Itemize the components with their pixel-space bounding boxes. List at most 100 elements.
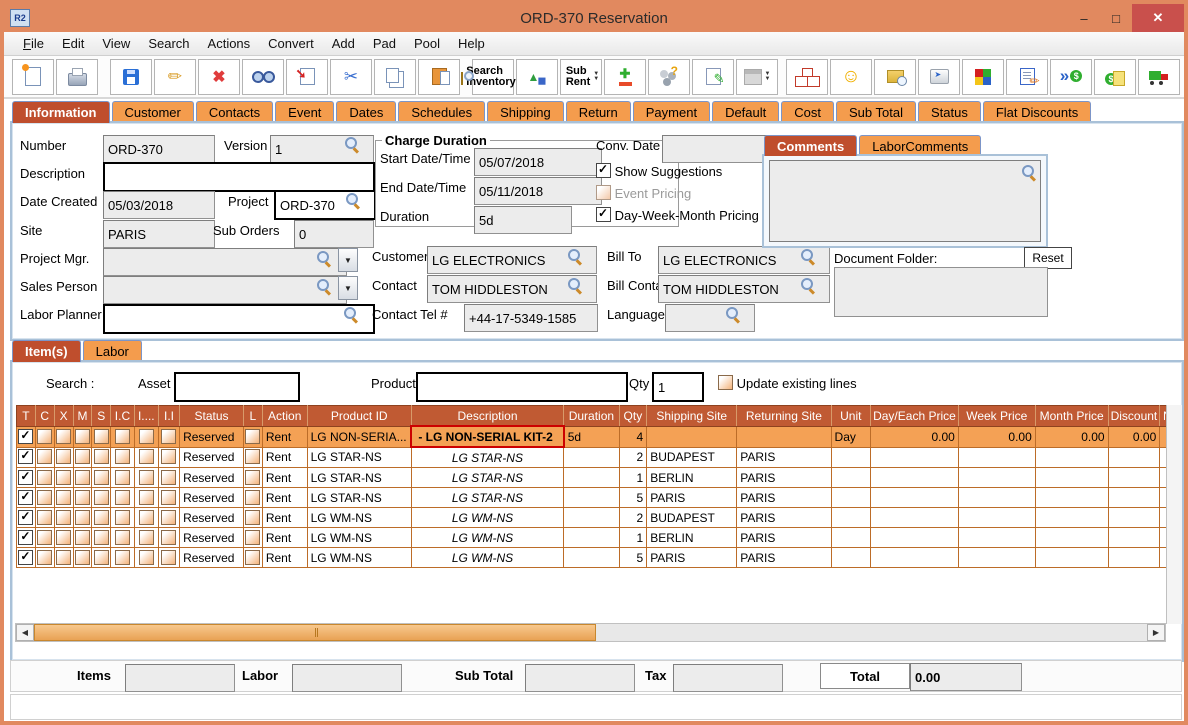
row-checkbox-cell[interactable] bbox=[92, 468, 111, 488]
tab-dates[interactable]: Dates bbox=[336, 101, 396, 123]
row-checkbox-cell[interactable] bbox=[158, 426, 179, 447]
row-checkbox[interactable] bbox=[139, 550, 154, 565]
table-cell[interactable] bbox=[1035, 447, 1108, 468]
row-checkbox[interactable] bbox=[75, 429, 90, 444]
table-cell[interactable]: LG WM-NS bbox=[307, 548, 411, 568]
row-checkbox[interactable] bbox=[245, 510, 260, 525]
table-cell[interactable]: PARIS bbox=[737, 447, 831, 468]
table-cell[interactable] bbox=[958, 447, 1035, 468]
menu-view[interactable]: View bbox=[93, 33, 139, 54]
col-header-status[interactable]: Status bbox=[180, 406, 244, 427]
col-header-m[interactable]: M bbox=[73, 406, 92, 427]
table-cell[interactable]: LG WM-NS bbox=[411, 548, 563, 568]
end-field[interactable]: 05/11/2018 bbox=[474, 177, 602, 205]
row-checkbox[interactable] bbox=[56, 490, 71, 505]
col-header-discount[interactable]: Discount bbox=[1108, 406, 1160, 427]
row-checkbox[interactable] bbox=[56, 429, 71, 444]
row-checkbox-cell[interactable] bbox=[73, 508, 92, 528]
table-cell[interactable] bbox=[871, 548, 959, 568]
table-cell[interactable]: Reserved bbox=[180, 488, 244, 508]
table-cell[interactable] bbox=[831, 548, 871, 568]
row-checkbox-cell[interactable] bbox=[17, 488, 36, 508]
sales-person-dropdown[interactable]: ▼ bbox=[338, 276, 358, 300]
menu-pad[interactable]: Pad bbox=[364, 33, 405, 54]
col-header-returning-site[interactable]: Returning Site bbox=[737, 406, 831, 427]
table-cell[interactable] bbox=[1108, 447, 1160, 468]
table-cell[interactable]: 1 bbox=[619, 528, 647, 548]
project-mgr-field[interactable] bbox=[103, 248, 347, 276]
group-help-button[interactable] bbox=[648, 59, 690, 95]
col-header-day-each-price[interactable]: Day/Each Price bbox=[871, 406, 959, 427]
menu-file[interactable]: File bbox=[14, 33, 53, 54]
row-checkbox-cell[interactable] bbox=[17, 426, 36, 447]
project-field[interactable]: ORD-370 bbox=[274, 190, 376, 220]
row-checkbox-cell[interactable] bbox=[17, 508, 36, 528]
table-cell[interactable] bbox=[958, 548, 1035, 568]
tab-shipping[interactable]: Shipping bbox=[487, 101, 564, 123]
delete-button[interactable] bbox=[198, 59, 240, 95]
table-cell[interactable]: Rent bbox=[262, 447, 307, 468]
document-folder-box[interactable] bbox=[834, 267, 1048, 317]
row-checkbox[interactable] bbox=[139, 449, 154, 464]
menu-pool[interactable]: Pool bbox=[405, 33, 449, 54]
row-checkbox-cell[interactable] bbox=[35, 528, 54, 548]
row-checkbox[interactable] bbox=[115, 510, 130, 525]
table-cell[interactable]: PARIS bbox=[737, 468, 831, 488]
row-checkbox-cell[interactable] bbox=[243, 426, 262, 447]
table-cell[interactable] bbox=[647, 426, 737, 447]
sub-rent-dropdown-icon[interactable]: ▼▼ bbox=[593, 72, 599, 82]
org-chart-button[interactable] bbox=[786, 59, 828, 95]
row-checkbox-cell[interactable] bbox=[158, 508, 179, 528]
transfer-button[interactable] bbox=[286, 59, 328, 95]
table-cell[interactable] bbox=[1035, 528, 1108, 548]
row-checkbox[interactable] bbox=[37, 470, 52, 485]
project-mgr-dropdown[interactable]: ▼ bbox=[338, 248, 358, 272]
cut-button[interactable] bbox=[330, 59, 372, 95]
col-header-product-id[interactable]: Product ID bbox=[307, 406, 411, 427]
row-checkbox-cell[interactable] bbox=[134, 447, 158, 468]
row-checkbox[interactable] bbox=[56, 530, 71, 545]
row-checkbox-cell[interactable] bbox=[54, 548, 73, 568]
table-cell[interactable]: Rent bbox=[262, 426, 307, 447]
row-checkbox-cell[interactable] bbox=[54, 488, 73, 508]
table-cell[interactable] bbox=[1035, 488, 1108, 508]
minimize-button[interactable]: – bbox=[1068, 4, 1100, 32]
table-cell[interactable]: PARIS bbox=[647, 488, 737, 508]
row-checkbox-cell[interactable] bbox=[111, 426, 134, 447]
col-header-unit[interactable]: Unit bbox=[831, 406, 871, 427]
row-checkbox-cell[interactable] bbox=[92, 548, 111, 568]
row-checkbox[interactable] bbox=[56, 550, 71, 565]
tab-comments[interactable]: Comments bbox=[764, 135, 857, 156]
vertical-scrollbar[interactable] bbox=[1166, 405, 1182, 624]
table-cell[interactable] bbox=[958, 488, 1035, 508]
table-cell[interactable]: 0.00 bbox=[871, 426, 959, 447]
row-checkbox[interactable] bbox=[161, 490, 176, 505]
row-checkbox[interactable] bbox=[245, 530, 260, 545]
tab-laborcomments[interactable]: LaborComments bbox=[859, 135, 981, 156]
row-checkbox-cell[interactable] bbox=[35, 447, 54, 468]
shapes-button[interactable] bbox=[516, 59, 558, 95]
sub-rent-button[interactable]: Sub Rent▼▼ bbox=[560, 59, 602, 95]
row-checkbox-checked[interactable] bbox=[18, 510, 33, 525]
table-cell[interactable]: Reserved bbox=[180, 468, 244, 488]
row-checkbox-cell[interactable] bbox=[54, 426, 73, 447]
version-search-icon[interactable] bbox=[344, 136, 359, 151]
table-cell[interactable] bbox=[1035, 548, 1108, 568]
table-cell[interactable]: LG WM-NS bbox=[307, 528, 411, 548]
row-checkbox[interactable] bbox=[139, 429, 154, 444]
row-checkbox-cell[interactable] bbox=[92, 447, 111, 468]
row-checkbox[interactable] bbox=[139, 510, 154, 525]
row-checkbox-cell[interactable] bbox=[73, 548, 92, 568]
table-cell[interactable]: Rent bbox=[262, 508, 307, 528]
tab-information[interactable]: Information bbox=[12, 101, 110, 123]
col-header-action[interactable]: Action bbox=[262, 406, 307, 427]
row-checkbox[interactable] bbox=[37, 510, 52, 525]
print-button[interactable] bbox=[56, 59, 98, 95]
table-cell[interactable]: LG STAR-NS bbox=[411, 447, 563, 468]
col-header-qty[interactable]: Qty bbox=[619, 406, 647, 427]
row-checkbox-cell[interactable] bbox=[158, 528, 179, 548]
reset-button[interactable]: Reset bbox=[1024, 247, 1072, 269]
table-cell[interactable] bbox=[871, 508, 959, 528]
row-checkbox-cell[interactable] bbox=[134, 426, 158, 447]
row-checkbox-cell[interactable] bbox=[134, 508, 158, 528]
